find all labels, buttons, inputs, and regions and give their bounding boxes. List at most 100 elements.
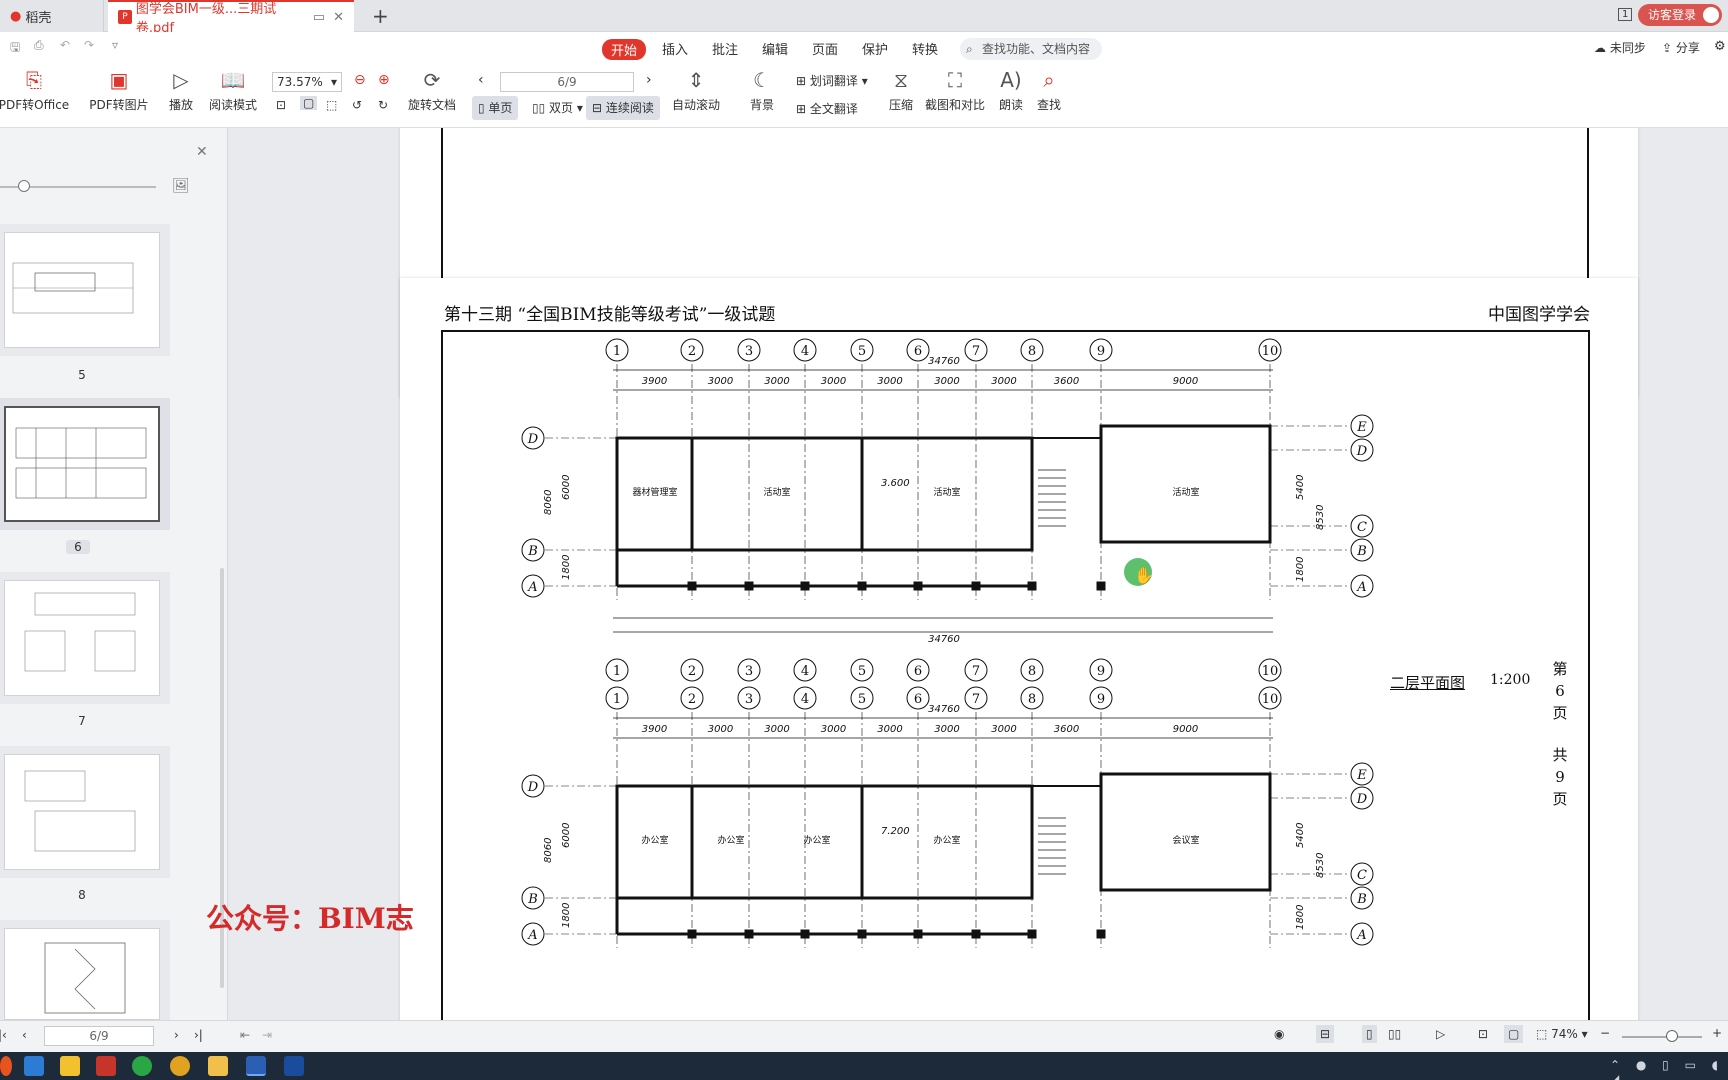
page-thumbnail-current[interactable]	[4, 406, 160, 522]
menu-start[interactable]: 开始	[602, 39, 647, 60]
side-dimension: 8060	[543, 490, 554, 515]
page-input[interactable]: 6/9	[500, 72, 634, 92]
screenshot-compare-button[interactable]: ⛶ 截图和对比	[922, 68, 988, 113]
word-icon[interactable]	[246, 1056, 266, 1076]
axis-label: 10	[1262, 344, 1279, 359]
share-button[interactable]: ⇪ 分享	[1662, 39, 1700, 56]
continuous-read-label: 连续阅读	[605, 101, 654, 115]
fit-width-icon[interactable]: ⬚	[326, 98, 337, 112]
rotate-left-icon[interactable]: ↺	[352, 98, 362, 112]
full-translate-button[interactable]: ⊞ 全文翻译	[796, 100, 858, 117]
browser-icon[interactable]	[170, 1056, 190, 1076]
last-page-icon[interactable]: ›|	[194, 1028, 203, 1042]
menu-annotate[interactable]: 批注	[712, 39, 738, 58]
print-icon[interactable]: ⎙	[34, 38, 44, 53]
background-button[interactable]: ☾ 背景	[742, 68, 782, 113]
fit-page-icon[interactable]: ▢	[300, 96, 318, 110]
back-icon[interactable]: ⇤	[240, 1028, 250, 1042]
taskview-icon[interactable]	[24, 1056, 44, 1076]
status-page-input[interactable]: 6/9	[44, 1026, 154, 1046]
prev-page-icon[interactable]: ‹	[478, 72, 484, 88]
more-icon[interactable]: ▿	[112, 38, 118, 52]
axis-label: 4	[801, 344, 809, 359]
close-tab-icon[interactable]: ✕	[333, 10, 344, 25]
auto-scroll-button[interactable]: ⇕ 自动滚动	[666, 68, 726, 113]
zoom-slider-handle[interactable]	[1666, 1030, 1678, 1042]
single-page-button[interactable]: ▯ 单页	[472, 96, 519, 120]
double-page-mode-icon[interactable]: ▯▯	[1388, 1027, 1401, 1041]
side-dimension: 6000	[561, 823, 572, 848]
sync-status[interactable]: ☁ 未同步	[1594, 39, 1646, 56]
single-page-mode-icon[interactable]: ▯	[1362, 1025, 1377, 1043]
zoom-out-icon[interactable]: −	[1600, 1026, 1610, 1040]
bay-dimension: 3000	[764, 724, 789, 735]
prev-page-icon[interactable]: ‹	[22, 1028, 27, 1042]
image-icon[interactable]: 🖼	[172, 178, 190, 194]
next-page-icon[interactable]: ›	[646, 72, 652, 88]
zoom-out-icon[interactable]: ⊖	[354, 72, 366, 88]
zoom-slider[interactable]	[1622, 1036, 1702, 1038]
zoom-dropdown[interactable]: ⬚ 74% ▾	[1536, 1027, 1588, 1041]
tab-pdf-document[interactable]: P 图学会BIM一级...三期试卷.pdf ▭ ✕	[108, 0, 354, 36]
page-thumbnail[interactable]	[4, 754, 160, 870]
menu-insert[interactable]: 插入	[662, 39, 688, 58]
word-translate-button[interactable]: ⊞ 划词翻译 ▾	[796, 72, 868, 89]
tab-home[interactable]: ● 稻壳	[0, 0, 104, 32]
compress-button[interactable]: ⧖ 压缩	[884, 68, 918, 113]
menu-page[interactable]: 页面	[812, 39, 838, 58]
zoom-select[interactable]: 73.57% ▾	[272, 72, 342, 92]
forward-icon[interactable]: ⇥	[262, 1028, 272, 1042]
document-view[interactable]: 第十三期 “全国BIM技能等级考试”一级试题 中国图学学会 1 2 3 4 5 6 7 8 9 1…	[229, 128, 1728, 1020]
start-icon[interactable]	[0, 1056, 12, 1076]
redo-icon[interactable]: ↷	[84, 38, 94, 52]
window-count-badge[interactable]: 1	[1618, 8, 1633, 21]
moon-icon: ☾	[753, 68, 771, 92]
double-page-button[interactable]: ▯▯ 双页 ▾	[526, 96, 589, 120]
read-mode-button[interactable]: 📖 阅读模式	[208, 68, 258, 113]
page-thumbnail[interactable]	[4, 580, 160, 696]
pdf-to-office-button[interactable]: ⎘ PDF转Office	[0, 68, 74, 113]
read-aloud-button[interactable]: A) 朗读	[994, 68, 1028, 113]
page-thumbnail[interactable]	[4, 928, 160, 1020]
rotate-right-icon[interactable]: ↻	[378, 98, 388, 112]
first-page-icon[interactable]: |‹	[0, 1028, 7, 1042]
column	[744, 581, 754, 591]
menu-convert[interactable]: 转换	[912, 39, 938, 58]
play-button[interactable]: ▷ 播放	[164, 68, 198, 113]
bay-dimension: 3000	[877, 376, 902, 387]
eye-icon[interactable]: ◉	[1274, 1027, 1284, 1041]
apps-icon[interactable]	[96, 1056, 116, 1076]
close-sidebar-icon[interactable]: ✕	[196, 144, 208, 160]
side-dimension: 8530	[1315, 505, 1326, 530]
save-icon[interactable]: 🖫	[10, 38, 20, 59]
actual-size-icon[interactable]: ⊡	[276, 98, 286, 112]
page-thumbnail[interactable]	[4, 232, 160, 348]
rotate-document-button[interactable]: ⟳ 旋转文档	[404, 68, 460, 113]
new-tab-button[interactable]: +	[372, 4, 389, 28]
folder-icon[interactable]	[208, 1056, 228, 1076]
actual-size-icon[interactable]: ⊡	[1478, 1027, 1488, 1041]
bay-dimension: 3000	[821, 376, 846, 387]
pdf-to-image-button[interactable]: ▣ PDF转图片	[88, 68, 150, 113]
recycle-icon[interactable]	[132, 1056, 152, 1076]
notes-icon[interactable]	[60, 1056, 80, 1076]
zoom-in-icon[interactable]: +	[1712, 1026, 1722, 1040]
visitor-login-button[interactable]: 访客登录	[1637, 4, 1722, 26]
undo-icon[interactable]: ↶	[60, 38, 70, 52]
continuous-mode-icon[interactable]: ⊟	[1316, 1025, 1335, 1043]
next-page-icon[interactable]: ›	[174, 1028, 179, 1042]
axis-label: 8	[1028, 692, 1036, 707]
fit-page-icon[interactable]: ▢	[1504, 1025, 1524, 1043]
slider-handle[interactable]	[18, 180, 30, 192]
settings-icon[interactable]: ⚙	[1714, 39, 1726, 54]
search-input[interactable]: ⌕ 查找功能、文档内容	[960, 38, 1102, 60]
screen-icon[interactable]: ▭	[313, 10, 325, 25]
find-button[interactable]: ⌕ 查找	[1032, 68, 1066, 113]
play-mode-icon[interactable]: ▷	[1436, 1027, 1445, 1041]
menu-edit[interactable]: 编辑	[762, 39, 788, 58]
zoom-in-icon[interactable]: ⊕	[378, 72, 390, 88]
revit-icon[interactable]	[284, 1056, 304, 1076]
menu-protect[interactable]: 保护	[862, 39, 888, 58]
continuous-read-button[interactable]: ⊟ 连续阅读	[586, 96, 660, 120]
bay-dimension: 3000	[764, 376, 789, 387]
